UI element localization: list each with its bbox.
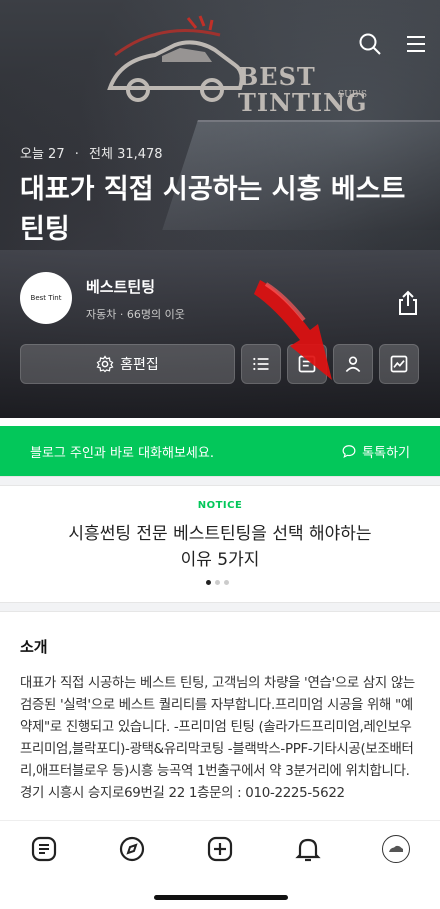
visit-stats: 오늘 27 · 전체 31,478: [20, 143, 169, 162]
talk-button[interactable]: 톡톡하기: [342, 442, 410, 461]
gear-icon: [96, 355, 114, 373]
logo-sub: SUB'S: [338, 90, 368, 100]
talk-button-label: 톡톡하기: [362, 445, 410, 461]
talk-banner[interactable]: 블로그 주인과 바로 대화해보세요. 톡톡하기: [0, 426, 440, 476]
blog-name[interactable]: 베스트틴팅: [86, 276, 155, 297]
notice-card[interactable]: NOTICE 시흥썬팅 전문 베스트틴팅을 선택 해야하는 이유 5가지: [0, 500, 440, 573]
blog-cover: BEST TINTING SUB'S 오늘 27 · 전체 31,478 대표가…: [0, 0, 440, 418]
avatar-label: Best Tint: [30, 294, 62, 302]
profile-tab-avatar[interactable]: [382, 835, 410, 863]
brand-logo: BEST TINTING SUB'S: [100, 10, 367, 130]
divider: [0, 476, 440, 486]
car-mini-icon: [389, 845, 403, 852]
intro-body: 대표가 직접 시공하는 베스트 틴팅, 고객님의 차량을 '연습'으로 삼지 않…: [20, 676, 415, 801]
notice-pager: [206, 580, 229, 585]
bell-icon[interactable]: [294, 835, 322, 863]
home-indicator: [154, 895, 288, 900]
chat-icon: [342, 445, 356, 458]
menu-icon[interactable]: [404, 32, 428, 56]
home-edit-button[interactable]: 홈편집: [20, 344, 235, 384]
notice-text-line2: 이유 5가지: [180, 550, 260, 570]
talk-prompt: 블로그 주인과 바로 대화해보세요.: [30, 445, 214, 461]
home-edit-label: 홈편집: [120, 357, 159, 373]
stats-dot: ·: [74, 147, 79, 162]
logo-line1: BEST: [238, 62, 316, 91]
car-logo-icon: [107, 15, 244, 102]
intro-section: 소개 대표가 직접 시공하는 베스트 틴팅, 고객님의 차량을 '연습'으로 삼…: [20, 636, 420, 805]
pager-dot: [215, 580, 220, 585]
pager-dot-active: [206, 580, 211, 585]
plus-icon[interactable]: [206, 835, 234, 863]
total-count: 전체 31,478: [89, 147, 163, 162]
share-icon[interactable]: [396, 290, 420, 316]
notice-tag: NOTICE: [197, 500, 243, 511]
notice-text[interactable]: 시흥썬팅 전문 베스트틴팅을 선택 해야하는 이유 5가지: [0, 521, 440, 573]
intro-heading: 소개: [20, 638, 48, 656]
blog-title: 대표가 직접 시공하는 시흥 베스트틴팅: [20, 174, 406, 245]
divider: [0, 602, 440, 612]
feed-icon[interactable]: [30, 835, 58, 863]
stats-icon: [390, 355, 408, 373]
arrow-annotation-icon: [254, 280, 332, 380]
stats-button[interactable]: [379, 344, 419, 384]
blog-meta: 자동차 · 66명의 이웃: [86, 308, 185, 321]
avatar[interactable]: Best Tint: [20, 272, 72, 324]
pager-dot: [224, 580, 229, 585]
notice-text-line1: 시흥썬팅 전문 베스트틴팅을 선택 해야하는: [68, 524, 372, 544]
compass-icon[interactable]: [118, 835, 146, 863]
search-icon[interactable]: [358, 32, 382, 56]
today-count: 오늘 27: [20, 147, 65, 162]
